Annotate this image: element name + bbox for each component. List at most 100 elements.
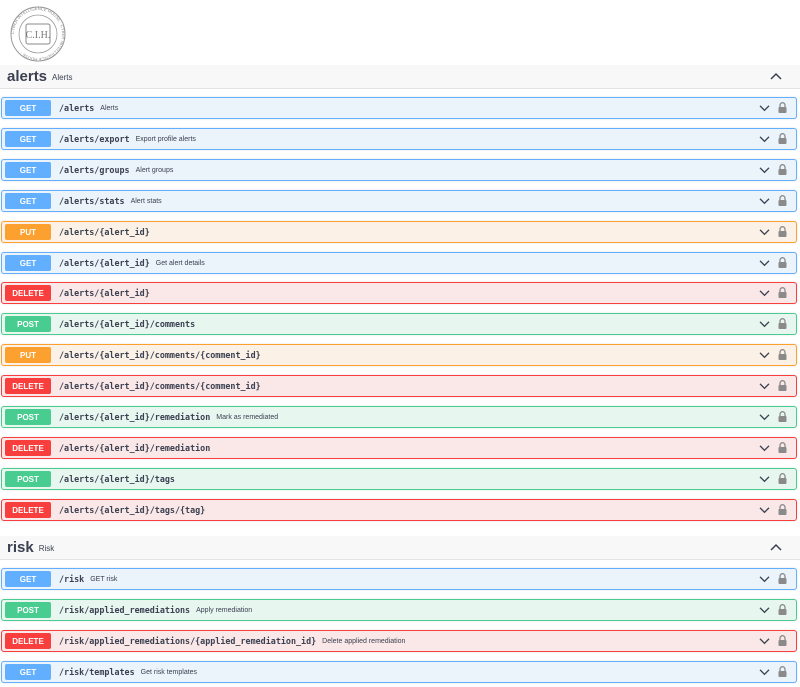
- company-logo: CYBER INTELLIGENCE HOUSE · CYBER INTELLI…: [5, 5, 71, 63]
- lock-icon[interactable]: [778, 411, 787, 422]
- expand-chevron-icon[interactable]: [759, 135, 770, 144]
- endpoint-path: /alerts/{alert_id}/comments/{comment_id}: [59, 381, 261, 391]
- lock-icon[interactable]: [778, 318, 787, 329]
- collapse-chevron-icon[interactable]: [770, 542, 782, 552]
- operation-row[interactable]: GET/alerts/export Export profile alerts: [1, 128, 797, 150]
- method-badge-post: POST: [5, 471, 51, 487]
- endpoint-path: /alerts/{alert_id}/remediation: [59, 412, 211, 422]
- method-badge-delete: DELETE: [5, 378, 51, 394]
- lock-icon[interactable]: [778, 226, 787, 237]
- endpoint-path: /alerts/{alert_id}/comments/{comment_id}: [59, 350, 261, 360]
- section-title: alerts: [7, 68, 48, 85]
- operation-row[interactable]: DELETE/alerts/{alert_id}/remediation: [1, 437, 797, 459]
- method-badge-get: GET: [5, 193, 51, 209]
- lock-icon[interactable]: [778, 102, 787, 113]
- section-header-alerts[interactable]: alerts Alerts: [0, 65, 800, 89]
- lock-icon[interactable]: [778, 164, 787, 175]
- expand-chevron-icon[interactable]: [759, 228, 770, 237]
- endpoint-path: /alerts/{alert_id}/tags/{tag}: [59, 505, 206, 515]
- endpoint-summary: GET risk: [90, 575, 118, 583]
- operation-row[interactable]: DELETE/alerts/{alert_id}: [1, 282, 797, 304]
- lock-icon[interactable]: [778, 133, 787, 144]
- expand-chevron-icon[interactable]: [759, 444, 770, 453]
- operation-row[interactable]: POST/alerts/{alert_id}/remediation Mark a…: [1, 406, 797, 428]
- method-badge-put: PUT: [5, 224, 51, 240]
- lock-icon[interactable]: [778, 473, 787, 484]
- endpoint-summary: Apply remediation: [196, 606, 253, 614]
- lock-icon[interactable]: [778, 604, 787, 615]
- expand-chevron-icon[interactable]: [759, 637, 770, 646]
- operation-row[interactable]: DELETE/alerts/{alert_id}/comments/{comme…: [1, 375, 797, 397]
- operation-row[interactable]: POST/risk/applied_remediations Apply reme…: [1, 599, 797, 621]
- method-badge-post: POST: [5, 409, 51, 425]
- expand-chevron-icon[interactable]: [759, 289, 770, 298]
- method-badge-delete: DELETE: [5, 502, 51, 518]
- method-badge-delete: DELETE: [5, 440, 51, 456]
- expand-chevron-icon[interactable]: [759, 382, 770, 391]
- expand-chevron-icon[interactable]: [759, 506, 770, 515]
- method-badge-put: PUT: [5, 347, 51, 363]
- endpoint-summary: Delete applied remediation: [322, 637, 406, 645]
- method-badge-post: POST: [5, 602, 51, 618]
- expand-chevron-icon[interactable]: [759, 197, 770, 206]
- method-badge-get: GET: [5, 571, 51, 587]
- operation-row[interactable]: POST/alerts/{alert_id}/comments: [1, 313, 797, 335]
- section-title: risk: [7, 539, 34, 556]
- lock-icon[interactable]: [778, 287, 787, 298]
- operation-row[interactable]: GET/alerts/stats Alert stats: [1, 190, 797, 212]
- endpoint-path: /alerts/{alert_id}: [59, 227, 150, 237]
- operation-row[interactable]: GET/alerts/{alert_id} Get alert details: [1, 252, 797, 274]
- lock-icon[interactable]: [778, 504, 787, 515]
- lock-icon[interactable]: [778, 573, 787, 584]
- section-header-risk[interactable]: risk Risk: [0, 536, 800, 560]
- endpoint-summary: Export profile alerts: [135, 135, 196, 143]
- lock-icon[interactable]: [778, 195, 787, 206]
- endpoint-path: /alerts/stats: [59, 196, 125, 206]
- method-badge-get: GET: [5, 664, 51, 680]
- expand-chevron-icon[interactable]: [759, 104, 770, 113]
- endpoint-summary: Mark as remediated: [216, 413, 279, 421]
- endpoint-summary: Alerts: [100, 104, 119, 112]
- lock-icon[interactable]: [778, 257, 787, 268]
- operation-row[interactable]: DELETE/risk/applied_remediations/{applie…: [1, 630, 797, 652]
- lock-icon[interactable]: [778, 666, 787, 677]
- endpoint-path: /alerts/{alert_id}/comments: [59, 319, 196, 329]
- logo-monogram: C.I.H.: [26, 30, 51, 41]
- endpoint-path: /alerts/{alert_id}/remediation: [59, 443, 211, 453]
- expand-chevron-icon[interactable]: [759, 668, 770, 677]
- expand-chevron-icon[interactable]: [759, 259, 770, 268]
- endpoint-path: /alerts: [59, 103, 95, 113]
- expand-chevron-icon[interactable]: [759, 166, 770, 175]
- endpoint-path: /alerts/{alert_id}: [59, 288, 150, 298]
- expand-chevron-icon[interactable]: [759, 320, 770, 329]
- expand-chevron-icon[interactable]: [759, 413, 770, 422]
- endpoint-path: /alerts/{alert_id}/tags: [59, 474, 175, 484]
- endpoint-path: /alerts/groups: [59, 165, 130, 175]
- operation-row[interactable]: PUT/alerts/{alert_id}: [1, 221, 797, 243]
- operation-row[interactable]: GET/risk/templates Get risk templates: [1, 661, 797, 683]
- lock-icon[interactable]: [778, 349, 787, 360]
- endpoint-summary: Alert groups: [135, 166, 174, 174]
- section-description: Risk: [38, 544, 55, 553]
- method-badge-post: POST: [5, 316, 51, 332]
- operation-row[interactable]: GET/risk GET risk: [1, 568, 797, 590]
- expand-chevron-icon[interactable]: [759, 475, 770, 484]
- method-badge-get: GET: [5, 255, 51, 271]
- operation-row[interactable]: DELETE/alerts/{alert_id}/tags/{tag}: [1, 499, 797, 521]
- lock-icon[interactable]: [778, 635, 787, 646]
- endpoint-summary: Alert stats: [130, 197, 162, 205]
- operation-row[interactable]: GET/alerts Alerts: [1, 97, 797, 119]
- expand-chevron-icon[interactable]: [759, 606, 770, 615]
- method-badge-delete: DELETE: [5, 285, 51, 301]
- expand-chevron-icon[interactable]: [759, 351, 770, 360]
- method-badge-get: GET: [5, 162, 51, 178]
- collapse-chevron-icon[interactable]: [770, 71, 782, 81]
- operation-row[interactable]: GET/alerts/groups Alert groups: [1, 159, 797, 181]
- lock-icon[interactable]: [778, 380, 787, 391]
- lock-icon[interactable]: [778, 442, 787, 453]
- operation-row[interactable]: PUT/alerts/{alert_id}/comments/{comment_…: [1, 344, 797, 366]
- operation-row[interactable]: POST/alerts/{alert_id}/tags: [1, 468, 797, 490]
- section-description: Alerts: [52, 73, 73, 82]
- expand-chevron-icon[interactable]: [759, 575, 770, 584]
- endpoint-summary: Get risk templates: [140, 668, 198, 676]
